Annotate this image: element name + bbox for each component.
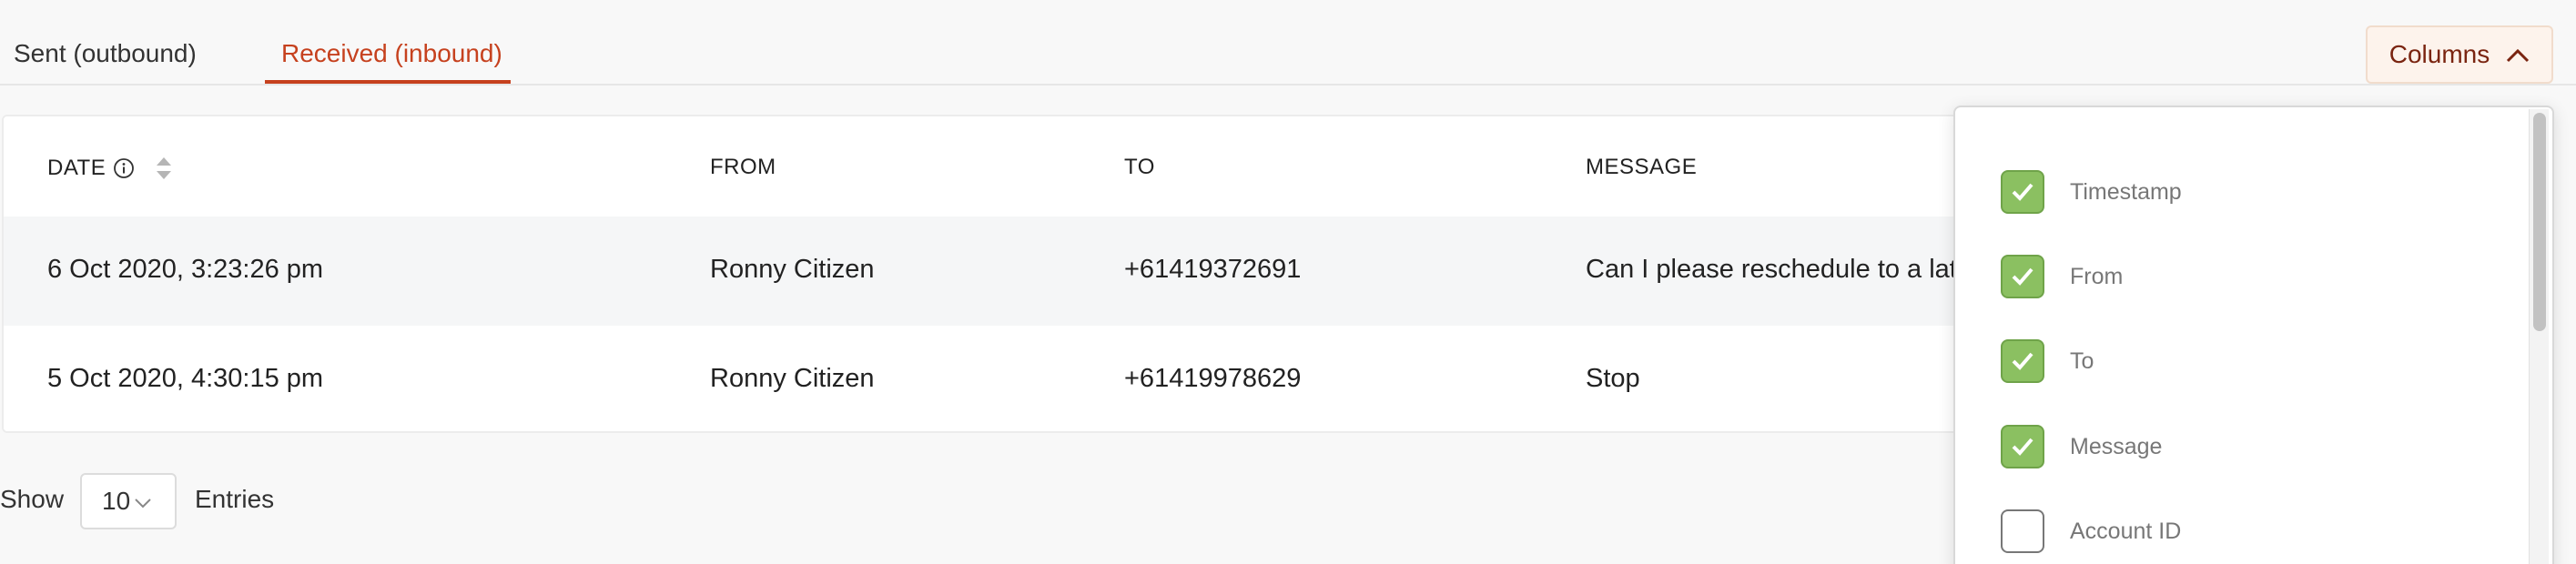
check-icon (2012, 438, 2033, 456)
page-size-value: 10 (102, 487, 131, 515)
column-option-message[interactable]: Message (2001, 424, 2162, 469)
dropdown-scrollbar[interactable] (2529, 109, 2549, 564)
column-option-label: Account ID (2070, 518, 2182, 544)
sort-icon[interactable] (155, 155, 173, 182)
cell-message: Stop (1586, 364, 1640, 393)
column-option-to[interactable]: To (2001, 338, 2094, 384)
header-from: FROM (710, 155, 776, 179)
cell-message: Can I please reschedule to a later (1586, 255, 1981, 284)
cell-from: Ronny Citizen (710, 364, 875, 393)
tab-received-inbound[interactable]: Received (inbound) (281, 38, 502, 69)
column-option-from[interactable]: From (2001, 254, 2123, 299)
checkbox-checked[interactable] (2001, 255, 2044, 298)
columns-button-label: Columns (2388, 40, 2490, 68)
check-icon (2012, 183, 2033, 201)
columns-dropdown: Timestamp From To Message Account ID (1953, 106, 2554, 564)
column-option-label: Message (2070, 433, 2163, 459)
checkbox-unchecked[interactable] (2001, 509, 2044, 553)
column-option-label: To (2070, 347, 2094, 374)
check-icon (2012, 352, 2033, 370)
cell-date: 6 Oct 2020, 3:23:26 pm (47, 255, 324, 284)
column-option-account-id[interactable]: Account ID (2001, 509, 2181, 554)
header-to: TO (1124, 155, 1155, 179)
column-option-label: From (2070, 263, 2124, 289)
header-date: DATE (47, 155, 173, 182)
checkbox-checked[interactable] (2001, 425, 2044, 468)
chevron-down-icon (134, 487, 152, 516)
cell-to: +61419372691 (1124, 255, 1302, 284)
header-date-label: DATE (47, 156, 106, 180)
chevron-up-icon (2506, 40, 2530, 69)
page-size-select[interactable]: 10 (80, 473, 177, 529)
message-direction-tabs: Sent (outbound) Received (inbound) (0, 0, 2576, 86)
columns-button[interactable]: Columns (2366, 25, 2553, 84)
active-tab-indicator (265, 80, 511, 84)
info-icon[interactable] (113, 157, 135, 179)
checkbox-checked[interactable] (2001, 170, 2044, 214)
show-label: Show (0, 485, 65, 513)
column-option-label: Timestamp (2070, 178, 2182, 205)
checkbox-checked[interactable] (2001, 339, 2044, 383)
cell-date: 5 Oct 2020, 4:30:15 pm (47, 364, 324, 393)
cell-from: Ronny Citizen (710, 255, 875, 284)
scrollbar-thumb[interactable] (2533, 113, 2546, 331)
tab-sent-outbound[interactable]: Sent (outbound) (14, 38, 197, 69)
entries-label: Entries (195, 485, 275, 513)
check-icon (2012, 267, 2033, 286)
header-message: MESSAGE (1586, 155, 1698, 179)
cell-to: +61419978629 (1124, 364, 1302, 393)
column-option-timestamp[interactable]: Timestamp (2001, 169, 2182, 215)
